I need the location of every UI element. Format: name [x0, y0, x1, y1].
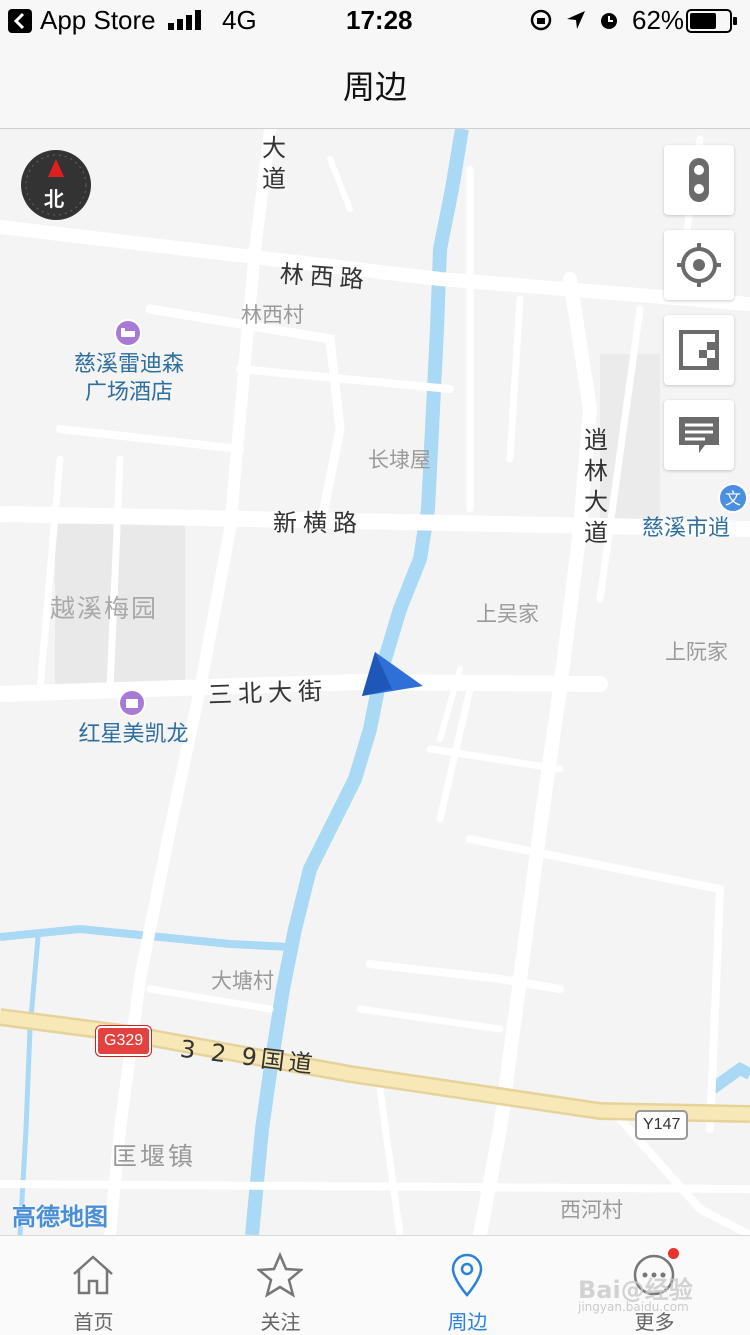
svg-text:文: 文 [725, 489, 741, 508]
feedback-button[interactable] [664, 400, 734, 470]
road-label-sanbei: 三北大街 [207, 676, 329, 710]
shopping-icon [118, 689, 146, 717]
tab-home-label: 首页 [73, 1310, 114, 1334]
layers-button[interactable] [664, 315, 734, 385]
road-label-dadao-top: 大道 [262, 134, 292, 193]
back-app-label[interactable]: App Store [40, 5, 156, 36]
tab-home[interactable]: 首页 [0, 1236, 187, 1335]
compass-north-label: 北 [44, 187, 64, 211]
poi-hotel-label: 慈溪雷迪森 广场酒店 [73, 352, 184, 405]
compass-icon[interactable]: 北 [20, 149, 92, 221]
tab-follow-label: 关注 [260, 1310, 301, 1334]
area-label-yuexi-meiyuan: 越溪梅园 [50, 594, 159, 623]
poi-mall-label: 红星美凯龙 [78, 722, 189, 747]
network-type: 4G [222, 5, 257, 35]
place-label-changlu-wu: 长埭屋 [368, 448, 431, 472]
status-time: 17:28 [346, 5, 413, 35]
map-base-layer [0, 129, 750, 1235]
hotel-icon [114, 319, 142, 347]
nav-bar: 周边 [0, 42, 750, 129]
map-provider-logo: 高德地图 [12, 1203, 108, 1231]
message-icon [679, 417, 719, 453]
road-label-xinheng: 新横路 [273, 509, 363, 537]
locate-icon [677, 243, 721, 287]
notification-badge [668, 1248, 679, 1259]
poi-culture-label: 慈溪市逍 [642, 516, 731, 541]
road-shield-y147: Y147 [635, 1110, 689, 1140]
locate-button[interactable] [664, 230, 734, 300]
page-title: 周边 [342, 68, 407, 106]
tab-nearby-label: 周边 [447, 1310, 488, 1334]
traffic-toggle-button[interactable] [664, 145, 734, 215]
place-label-shangwu-jia: 上吴家 [476, 602, 539, 626]
rotation-lock-icon [530, 9, 552, 31]
poi-hotel[interactable]: 慈溪雷迪森 广场酒店 [64, 319, 194, 409]
location-arrow-icon [567, 11, 585, 29]
place-label-kuangyan-zhen: 匡堰镇 [112, 1142, 197, 1171]
place-label-xihe-cun: 西河村 [560, 1198, 623, 1222]
back-arrow-icon[interactable] [8, 9, 32, 33]
road-label-linxi: 林西路 [278, 259, 371, 295]
home-icon [73, 1255, 113, 1295]
star-icon [257, 1252, 303, 1298]
signal-icon [168, 10, 201, 30]
place-label-datang-cun: 大塘村 [211, 969, 274, 993]
road-shield-g329: G329 [96, 1026, 152, 1056]
map-view[interactable]: 北 大道 林西路 新横路 三北大街 逍林大道 3 2 9国道 林西村 长埭屋 上… [0, 129, 750, 1235]
watermark-url: jingyan.baidu.com [578, 1300, 689, 1314]
place-label-linxi-cun: 林西村 [241, 303, 304, 327]
traffic-light-icon [689, 158, 709, 202]
tab-follow[interactable]: 关注 [187, 1236, 374, 1335]
battery-icon [686, 9, 737, 33]
location-pin-icon [451, 1253, 483, 1297]
poi-mall[interactable]: 红星美凯龙 [66, 689, 201, 753]
alarm-icon [601, 13, 617, 29]
culture-icon: 文 [718, 483, 748, 513]
status-bar: App Store 4G 17:28 62% [0, 0, 750, 42]
road-label-xiaolin: 逍林大道 [584, 426, 614, 547]
poi-culture[interactable]: 文 慈溪市逍 [640, 483, 750, 547]
layers-icon [679, 330, 719, 370]
battery-percent: 62% [632, 5, 685, 35]
tab-nearby[interactable]: 周边 [374, 1236, 561, 1335]
place-label-shangruan-jia: 上阮家 [665, 640, 728, 664]
